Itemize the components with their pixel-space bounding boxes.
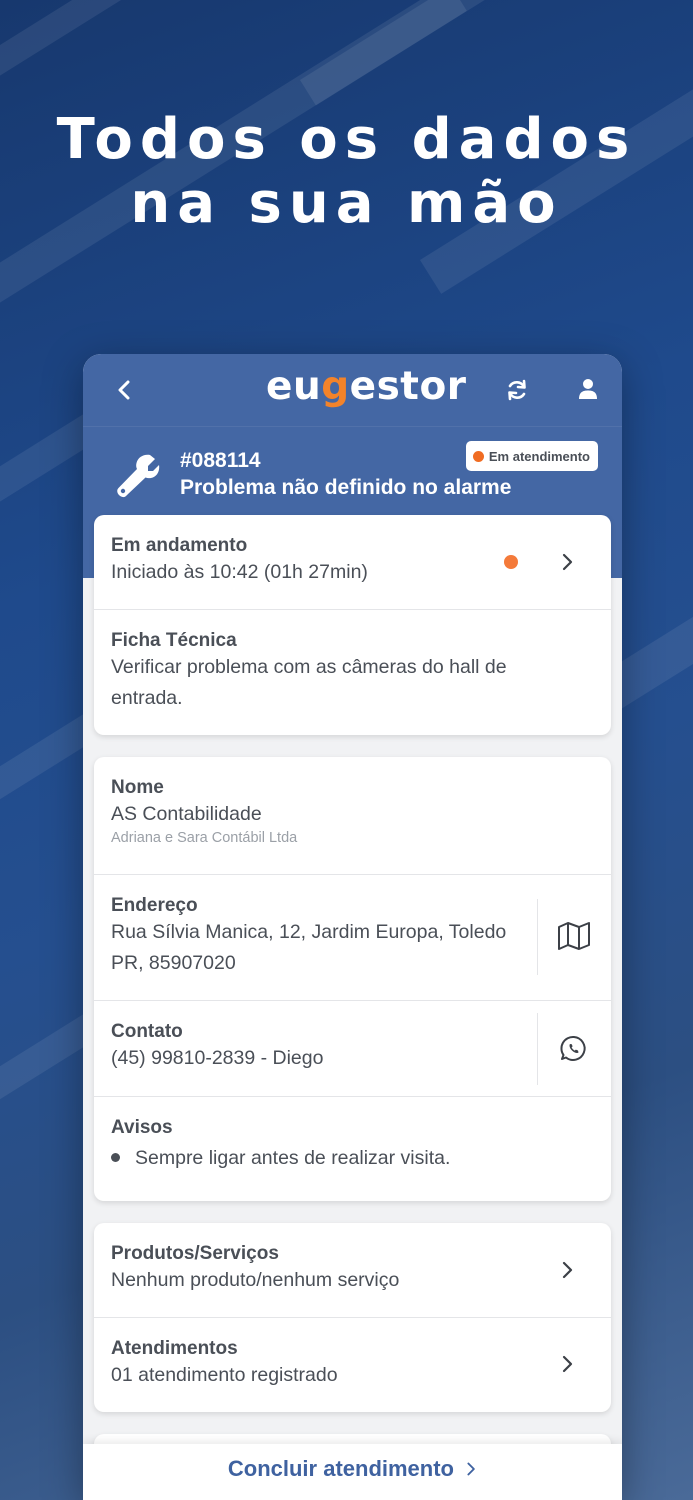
- client-contact-label: Contato: [111, 1021, 183, 1042]
- progress-status-dot: [504, 555, 518, 569]
- client-card: Nome AS Contabilidade Adriana e Sara Con…: [94, 757, 611, 1201]
- status-dot: [472, 450, 484, 462]
- related-card: Produtos/Serviços Nenhum produto/nenhum …: [94, 1223, 611, 1412]
- wrench-icon: [117, 454, 160, 498]
- logo-accent: g: [321, 364, 350, 409]
- chevron-right-icon: [562, 1355, 573, 1373]
- progress-row[interactable]: Em andamento Iniciado às 10:42 (01h 27mi…: [94, 515, 611, 610]
- progress-value: Iniciado às 10:42 (01h 27min): [111, 561, 368, 583]
- progress-label: Em andamento: [111, 535, 248, 556]
- client-contact-row: Contato (45) 99810-2839 - Diego: [94, 1001, 611, 1097]
- technical-sheet-value-line-1: Verificar problema com as câmeras do hal…: [111, 656, 507, 678]
- divider: [537, 1013, 538, 1085]
- chevron-left-icon[interactable]: [111, 376, 139, 404]
- client-address-row: Endereço Rua Sílvia Manica, 12, Jardim E…: [94, 875, 611, 1001]
- conclude-button[interactable]: Concluir atendimento: [83, 1456, 622, 1482]
- conclude-button-label: Concluir atendimento: [227, 1456, 454, 1481]
- order-summary-card: Em andamento Iniciado às 10:42 (01h 27mi…: [94, 515, 611, 735]
- order-number: #088114: [180, 449, 261, 472]
- status-badge-label: Em atendimento: [488, 448, 590, 464]
- client-address-line-1: Rua Sílvia Manica, 12, Jardim Europa, To…: [111, 921, 507, 943]
- visits-row[interactable]: Atendimentos 01 atendimento registrado: [94, 1318, 611, 1412]
- logo-suffix: estor: [349, 364, 467, 409]
- client-legal-name: Adriana e Sara Contábil Ltda: [111, 830, 298, 846]
- client-notice-item: Sempre ligar antes de realizar visita.: [111, 1143, 594, 1174]
- visits-label: Atendimentos: [111, 1338, 238, 1359]
- client-name-label: Nome: [111, 777, 164, 798]
- visits-value: 01 atendimento registrado: [111, 1364, 338, 1386]
- technical-sheet-value-line-2: entrada.: [111, 687, 183, 709]
- chevron-right-icon: [562, 553, 573, 571]
- logo-prefix: eu: [266, 364, 322, 409]
- technical-sheet-label: Ficha Técnica: [111, 630, 237, 651]
- products-value: Nenhum produto/nenhum serviço: [111, 1269, 400, 1291]
- bullet: [111, 1152, 120, 1162]
- client-name-row: Nome AS Contabilidade Adriana e Sara Con…: [94, 757, 611, 875]
- headline-line-1: Todos os dados: [56, 107, 637, 172]
- client-contact: (45) 99810-2839 - Diego: [111, 1047, 324, 1069]
- client-name: AS Contabilidade: [111, 803, 262, 825]
- app-toolbar: eugestor: [83, 354, 622, 426]
- headline: Todos os dados na sua mão: [0, 108, 693, 236]
- headline-line-2: na sua mão: [130, 171, 563, 236]
- map-icon[interactable]: [557, 921, 591, 951]
- products-row[interactable]: Produtos/Serviços Nenhum produto/nenhum …: [94, 1223, 611, 1318]
- app-screen: eugestor #088114 Problema não definido n…: [83, 354, 622, 1500]
- client-notices-label: Avisos: [111, 1117, 173, 1138]
- whatsapp-icon[interactable]: [557, 1034, 591, 1064]
- bottom-action-bar: Concluir atendimento: [83, 1444, 622, 1500]
- client-address-line-2: PR, 85907020: [111, 952, 236, 974]
- status-badge: Em atendimento: [465, 441, 598, 471]
- order-title: Problema não definido no alarme: [180, 476, 512, 499]
- app-logo: eugestor: [266, 364, 466, 409]
- products-label: Produtos/Serviços: [111, 1243, 279, 1264]
- client-notice-text: Sempre ligar antes de realizar visita.: [135, 1147, 451, 1169]
- client-notices-row: Avisos Sempre ligar antes de realizar vi…: [94, 1097, 611, 1201]
- refresh-icon[interactable]: [505, 378, 529, 402]
- technical-sheet-row: Ficha Técnica Verificar problema com as …: [94, 610, 611, 735]
- user-icon[interactable]: [577, 378, 599, 400]
- client-address-label: Endereço: [111, 895, 198, 916]
- chevron-right-icon: [467, 1462, 475, 1476]
- divider: [537, 899, 538, 975]
- chevron-right-icon: [562, 1261, 573, 1279]
